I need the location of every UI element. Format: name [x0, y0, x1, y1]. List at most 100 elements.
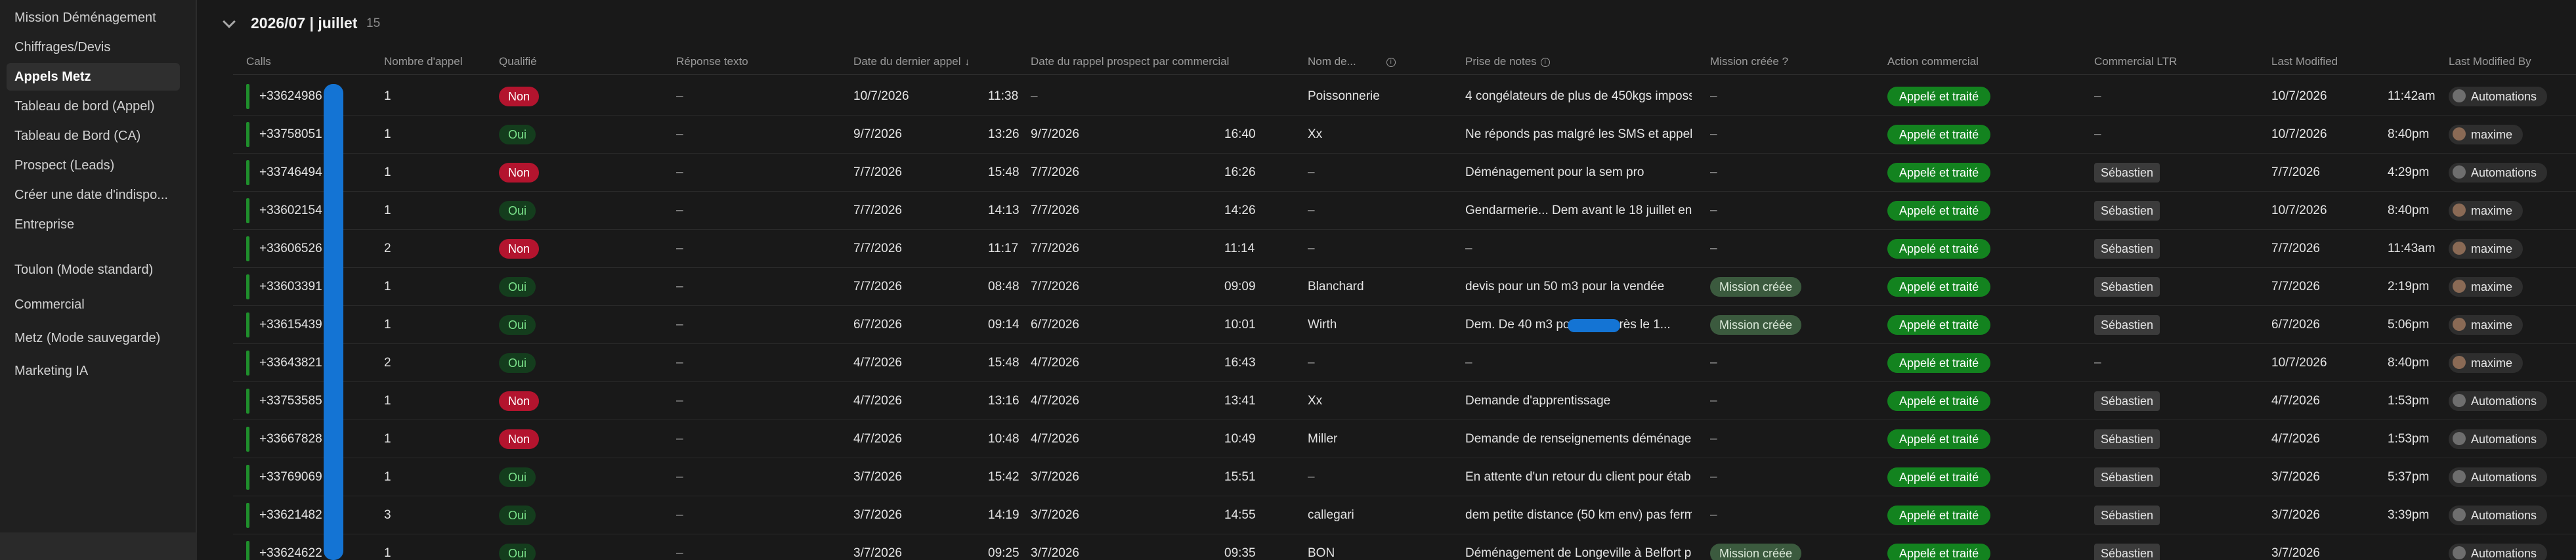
cell-nb[interactable]: 2	[384, 230, 391, 268]
cell-nb[interactable]: 1	[384, 420, 391, 458]
cell-date-rappel[interactable]: 7/7/2026	[1031, 268, 1079, 306]
cell-date-dernier[interactable]: 6/7/2026	[853, 306, 902, 344]
cell-nb[interactable]: 1	[384, 458, 391, 496]
cell-notes[interactable]: –	[1465, 344, 1692, 382]
cell-last-modified-date[interactable]: 4/7/2026	[2271, 420, 2320, 458]
cell-calls[interactable]: +33606526	[259, 230, 322, 268]
cell-last-modified-time[interactable]: 3:39pm	[2388, 496, 2429, 534]
cell-last-modified-date[interactable]: 7/7/2026	[2271, 154, 2320, 192]
column-header-action[interactable]: Action commercial	[1887, 55, 1979, 68]
table-row[interactable]: +33753585 1 Non – 4/7/2026 13:16 4/7/2026 13:41…	[233, 382, 2576, 420]
cell-heure-rappel[interactable]: 14:55	[1224, 496, 1256, 534]
cell-reponse[interactable]: –	[676, 306, 683, 344]
cell-date-rappel[interactable]: 6/7/2026	[1031, 306, 1079, 344]
cell-last-modified-by[interactable]: Automations	[2449, 534, 2548, 560]
column-header-last-modified[interactable]: Last Modified	[2271, 55, 2338, 68]
cell-action[interactable]: Appelé et traité	[1887, 116, 1991, 154]
cell-calls[interactable]: +33758051	[259, 116, 322, 154]
cell-date-rappel[interactable]: 7/7/2026	[1031, 192, 1079, 230]
cell-last-modified-time[interactable]: 11:42am	[2388, 77, 2436, 116]
cell-last-modified-by[interactable]: Automations	[2449, 496, 2548, 534]
sidebar-item[interactable]: Mission Déménagement	[7, 4, 180, 32]
cell-reponse[interactable]: –	[676, 496, 683, 534]
cell-reponse[interactable]: –	[676, 154, 683, 192]
cell-last-modified-by[interactable]: maxime	[2449, 306, 2523, 344]
cell-nom[interactable]: –	[1308, 192, 1439, 230]
sidebar-item[interactable]: Prospect (Leads)	[7, 152, 180, 179]
cell-last-modified-date[interactable]: 3/7/2026	[2271, 496, 2320, 534]
cell-reponse[interactable]: –	[676, 382, 683, 420]
cell-date-dernier[interactable]: 4/7/2026	[853, 344, 902, 382]
cell-date-rappel[interactable]: 7/7/2026	[1031, 230, 1079, 268]
cell-nom[interactable]: Xx	[1308, 116, 1439, 154]
cell-heure-dernier[interactable]: 11:17	[988, 230, 1018, 268]
cell-last-modified-by[interactable]: Automations	[2449, 382, 2548, 420]
cell-mission[interactable]: –	[1710, 77, 1717, 116]
cell-calls[interactable]: +33746494	[259, 154, 322, 192]
cell-reponse[interactable]: –	[676, 420, 683, 458]
cell-mission[interactable]: –	[1710, 192, 1717, 230]
cell-commercial[interactable]: Sébastien	[2094, 306, 2160, 344]
cell-reponse[interactable]: –	[676, 534, 683, 560]
cell-last-modified-date[interactable]: 10/7/2026	[2271, 77, 2327, 116]
cell-action[interactable]: Appelé et traité	[1887, 382, 1991, 420]
cell-action[interactable]: Appelé et traité	[1887, 230, 1991, 268]
cell-calls[interactable]: +33624622	[259, 534, 322, 560]
cell-nb[interactable]: 1	[384, 382, 391, 420]
cell-notes[interactable]: Demande de renseignements déménageme...	[1465, 420, 1692, 458]
cell-notes[interactable]: Déménagement de Longeville à Belfort pou…	[1465, 534, 1692, 560]
cell-heure-rappel[interactable]: 15:51	[1224, 458, 1256, 496]
cell-heure-dernier[interactable]: 15:48	[988, 344, 1020, 382]
cell-last-modified-date[interactable]: 3/7/2026	[2271, 458, 2320, 496]
cell-reponse[interactable]: –	[676, 77, 683, 116]
column-header-calls[interactable]: Calls	[246, 55, 271, 68]
cell-notes[interactable]: dem petite distance (50 km env) pas ferm…	[1465, 496, 1692, 534]
cell-last-modified-time[interactable]: 2:19pm	[2388, 268, 2429, 306]
cell-last-modified-time[interactable]: 8:40pm	[2388, 192, 2429, 230]
cell-qualifie[interactable]: Oui	[499, 534, 536, 560]
cell-last-modified-time[interactable]: 8:40pm	[2388, 344, 2429, 382]
cell-qualifie[interactable]: Oui	[499, 192, 536, 230]
cell-nb[interactable]: 1	[384, 192, 391, 230]
cell-nb[interactable]: 1	[384, 268, 391, 306]
cell-heure-rappel[interactable]: 10:01	[1224, 306, 1256, 344]
table-row[interactable]: +33643821 2 Oui – 4/7/2026 15:48 4/7/2026 16:43…	[233, 344, 2576, 382]
cell-action[interactable]: Appelé et traité	[1887, 268, 1991, 306]
cell-commercial[interactable]: Sébastien	[2094, 154, 2160, 192]
cell-notes[interactable]: Gendarmerie... Dem avant le 18 juillet e…	[1465, 192, 1692, 230]
cell-heure-dernier[interactable]: 11:38	[988, 77, 1018, 116]
cell-heure-dernier[interactable]: 08:48	[988, 268, 1020, 306]
cell-mission[interactable]: Mission créée	[1710, 268, 1802, 306]
cell-qualifie[interactable]: Oui	[499, 496, 536, 534]
cell-commercial[interactable]: Sébastien	[2094, 496, 2160, 534]
cell-commercial[interactable]: Sébastien	[2094, 382, 2160, 420]
info-icon[interactable]: i	[1540, 57, 1550, 67]
column-header-nom[interactable]: Nom de... i	[1308, 55, 1396, 68]
cell-last-modified-by[interactable]: maxime	[2449, 344, 2523, 382]
cell-qualifie[interactable]: Non	[499, 420, 540, 458]
cell-mission[interactable]: –	[1710, 154, 1717, 192]
cell-nom[interactable]: Poissonnerie	[1308, 77, 1439, 116]
cell-commercial[interactable]: –	[2094, 344, 2101, 382]
cell-commercial[interactable]: Sébastien	[2094, 230, 2160, 268]
cell-heure-dernier[interactable]: 09:25	[988, 534, 1020, 560]
cell-heure-rappel[interactable]: 10:49	[1224, 420, 1256, 458]
cell-nb[interactable]: 1	[384, 534, 391, 560]
cell-last-modified-by[interactable]: maxime	[2449, 192, 2523, 230]
cell-last-modified-time[interactable]: 4:29pm	[2388, 154, 2429, 192]
cell-heure-rappel[interactable]: 13:41	[1224, 382, 1256, 420]
sidebar-item[interactable]: Chiffrages/Devis	[7, 33, 180, 61]
column-header-qualifie[interactable]: Qualifié	[499, 55, 537, 68]
cell-nom[interactable]: –	[1308, 230, 1439, 268]
column-header-notes[interactable]: Prise de notes i	[1465, 55, 1550, 68]
cell-heure-dernier[interactable]: 15:42	[988, 458, 1020, 496]
table-row[interactable]: +33769069 1 Oui – 3/7/2026 15:42 3/7/2026 15:51…	[233, 458, 2576, 496]
cell-calls[interactable]: +33643821	[259, 344, 322, 382]
cell-date-rappel[interactable]: 3/7/2026	[1031, 458, 1079, 496]
table-row[interactable]: +33667828 1 Non – 4/7/2026 10:48 4/7/2026 10:49…	[233, 420, 2576, 458]
cell-date-dernier[interactable]: 9/7/2026	[853, 116, 902, 154]
cell-mission[interactable]: –	[1710, 382, 1717, 420]
cell-nom[interactable]: BON	[1308, 534, 1439, 560]
cell-qualifie[interactable]: Non	[499, 154, 540, 192]
cell-calls[interactable]: +33753585	[259, 382, 322, 420]
